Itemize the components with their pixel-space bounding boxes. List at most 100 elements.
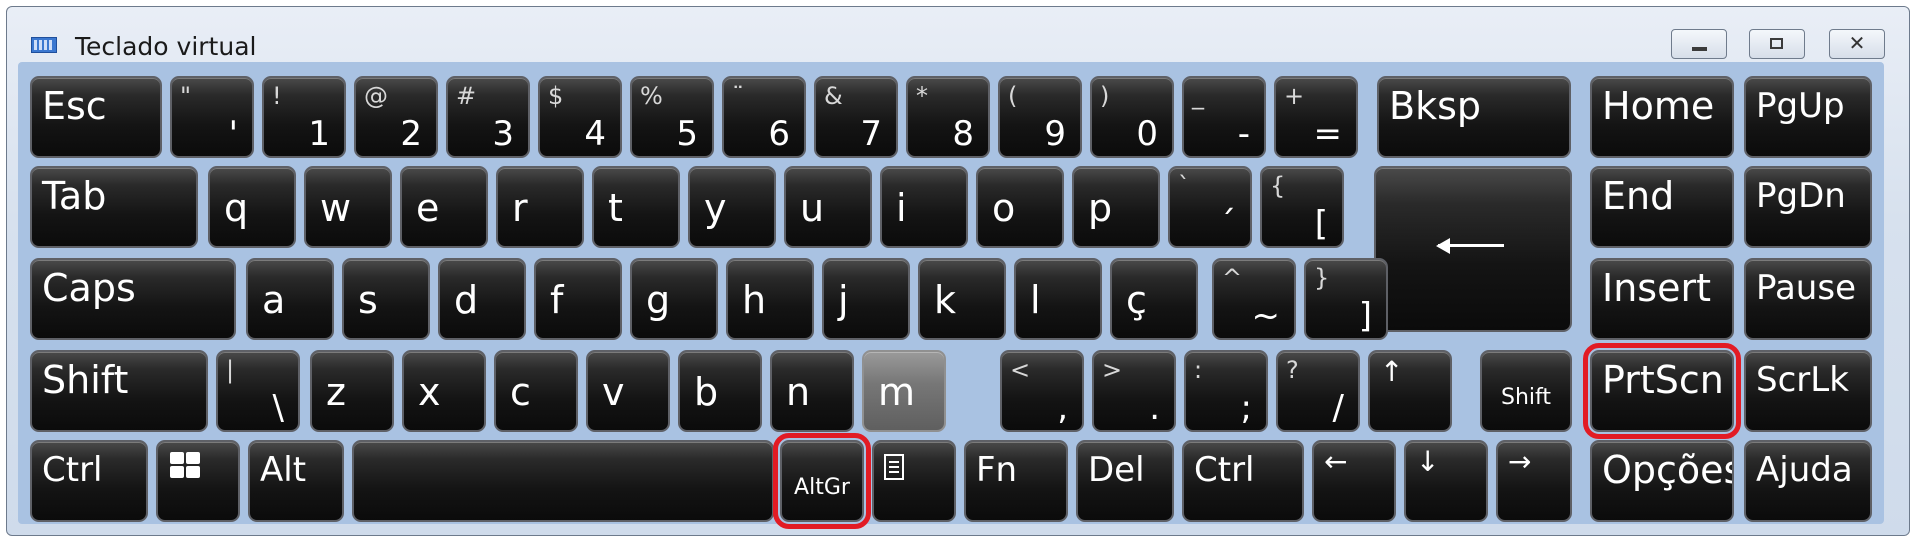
key-label: a <box>262 278 286 322</box>
key-label: x <box>418 370 441 414</box>
left-shift-key[interactable]: Shift <box>30 350 208 432</box>
key-sym3-1[interactable]: }] <box>1304 258 1388 340</box>
windows-key[interactable] <box>156 440 240 522</box>
key-n[interactable]: n <box>770 350 854 432</box>
arrow-up-key[interactable]: ↑ <box>1368 350 1452 432</box>
pgdn-key[interactable]: PgDn <box>1744 166 1872 248</box>
key--[interactable]: _ - <box>1182 76 1266 158</box>
pgup-key[interactable]: PgUp <box>1744 76 1872 158</box>
key-k[interactable]: k <box>918 258 1006 340</box>
key-sym-1[interactable]: {[ <box>1260 166 1344 248</box>
key-v[interactable]: v <box>586 350 670 432</box>
key-m[interactable]: m <box>862 350 946 432</box>
key-1[interactable]: ! 1 <box>262 76 346 158</box>
key-2[interactable]: @2 <box>354 76 438 158</box>
pause-key[interactable]: Pause <box>1744 258 1872 340</box>
key-x[interactable]: x <box>402 350 486 432</box>
options-key[interactable]: Opções <box>1590 440 1734 522</box>
title-bar[interactable]: Teclado virtual ✕ <box>7 7 1909 61</box>
key-shift-label: ` <box>1178 172 1190 200</box>
left-ctrl-key[interactable]: Ctrl <box>30 440 148 522</box>
help-key[interactable]: Ajuda <box>1744 440 1872 522</box>
backspace-key[interactable]: Bksp <box>1377 76 1571 158</box>
key-=[interactable]: + = <box>1274 76 1358 158</box>
windows-logo-icon <box>170 452 204 482</box>
key-h[interactable]: h <box>726 258 814 340</box>
arrow-down-key[interactable]: ↓ <box>1404 440 1488 522</box>
key-sym4-0[interactable]: <, <box>1000 350 1084 432</box>
key-sym4-3[interactable]: ? / <box>1276 350 1360 432</box>
key-sym-0[interactable]: ` ´ <box>1168 166 1252 248</box>
key-u[interactable]: u <box>784 166 872 248</box>
del-key[interactable]: Del <box>1076 440 1174 522</box>
prtscn-key[interactable]: PrtScn <box>1583 343 1741 439</box>
key-l[interactable]: l <box>1014 258 1102 340</box>
key-5[interactable]: % 5 <box>630 76 714 158</box>
key-e[interactable]: e <box>400 166 488 248</box>
key-label: Pause <box>1756 268 1856 308</box>
key-z[interactable]: z <box>310 350 394 432</box>
key-c-cedilla[interactable]: ç <box>1110 258 1198 340</box>
key-label: - <box>1237 114 1250 154</box>
fn-key[interactable]: Fn <box>964 440 1068 522</box>
key-o[interactable]: o <box>976 166 1064 248</box>
key-label: o <box>992 186 1016 230</box>
key-4[interactable]: $4 <box>538 76 622 158</box>
key-sym4-1[interactable]: >. <box>1092 350 1176 432</box>
right-ctrl-key[interactable]: Ctrl <box>1182 440 1304 522</box>
key-c[interactable]: c <box>494 350 578 432</box>
key-label: Home <box>1602 84 1715 128</box>
key-t[interactable]: t <box>592 166 680 248</box>
key-label: v <box>602 370 625 414</box>
home-key[interactable]: Home <box>1590 76 1734 158</box>
key-a[interactable]: a <box>246 258 334 340</box>
key-7[interactable]: & 7 <box>814 76 898 158</box>
key-label: PgUp <box>1756 86 1845 126</box>
scrlk-key[interactable]: ScrLk <box>1744 350 1872 432</box>
enter-arrow-icon <box>1436 238 1504 254</box>
key-r[interactable]: r <box>496 166 584 248</box>
key-backslash[interactable]: | \ <box>216 350 300 432</box>
arrow-up-icon: ↑ <box>1380 355 1404 388</box>
key-y[interactable]: y <box>688 166 776 248</box>
esc-key[interactable]: Esc <box>30 76 162 158</box>
key-3[interactable]: #3 <box>446 76 530 158</box>
key-s[interactable]: s <box>342 258 430 340</box>
key-0[interactable]: ) 0 <box>1090 76 1174 158</box>
key-j[interactable]: j <box>822 258 910 340</box>
enter-key[interactable] <box>1374 166 1572 332</box>
key-f[interactable]: f <box>534 258 622 340</box>
key-w[interactable]: w <box>304 166 392 248</box>
key-label: q <box>224 186 249 230</box>
key-q[interactable]: q <box>208 166 296 248</box>
tab-key[interactable]: Tab <box>30 166 198 248</box>
arrow-right-key[interactable]: → <box>1496 440 1572 522</box>
menu-key[interactable] <box>872 440 956 522</box>
insert-key[interactable]: Insert <box>1590 258 1734 340</box>
key-b[interactable]: b <box>678 350 762 432</box>
key-label: / <box>1332 388 1344 428</box>
key-p[interactable]: p <box>1072 166 1160 248</box>
key-i[interactable]: i <box>880 166 968 248</box>
key-label: 7 <box>860 114 882 154</box>
close-button[interactable]: ✕ <box>1829 29 1885 59</box>
window-title: Teclado virtual <box>75 32 257 61</box>
key-sym3-0[interactable]: ^ ~ <box>1212 258 1296 340</box>
key-sym4-2[interactable]: :; <box>1184 350 1268 432</box>
key-g[interactable]: g <box>630 258 718 340</box>
minimize-button[interactable] <box>1671 29 1727 59</box>
arrow-left-key[interactable]: ← <box>1312 440 1396 522</box>
key-9[interactable]: (9 <box>998 76 1082 158</box>
alt-key[interactable]: Alt <box>248 440 344 522</box>
key-d[interactable]: d <box>438 258 526 340</box>
key-8[interactable]: * 8 <box>906 76 990 158</box>
key-6[interactable]: ¨ 6 <box>722 76 806 158</box>
altgr-key[interactable]: AltGr <box>773 433 871 529</box>
spacebar-key[interactable] <box>352 440 774 522</box>
right-shift-key[interactable]: Shift <box>1480 350 1572 432</box>
key-'[interactable]: " ' <box>170 76 254 158</box>
maximize-button[interactable] <box>1749 29 1805 59</box>
end-key[interactable]: End <box>1590 166 1734 248</box>
key-shift-label: ¨ <box>732 82 744 110</box>
caps-key[interactable]: Caps <box>30 258 236 340</box>
